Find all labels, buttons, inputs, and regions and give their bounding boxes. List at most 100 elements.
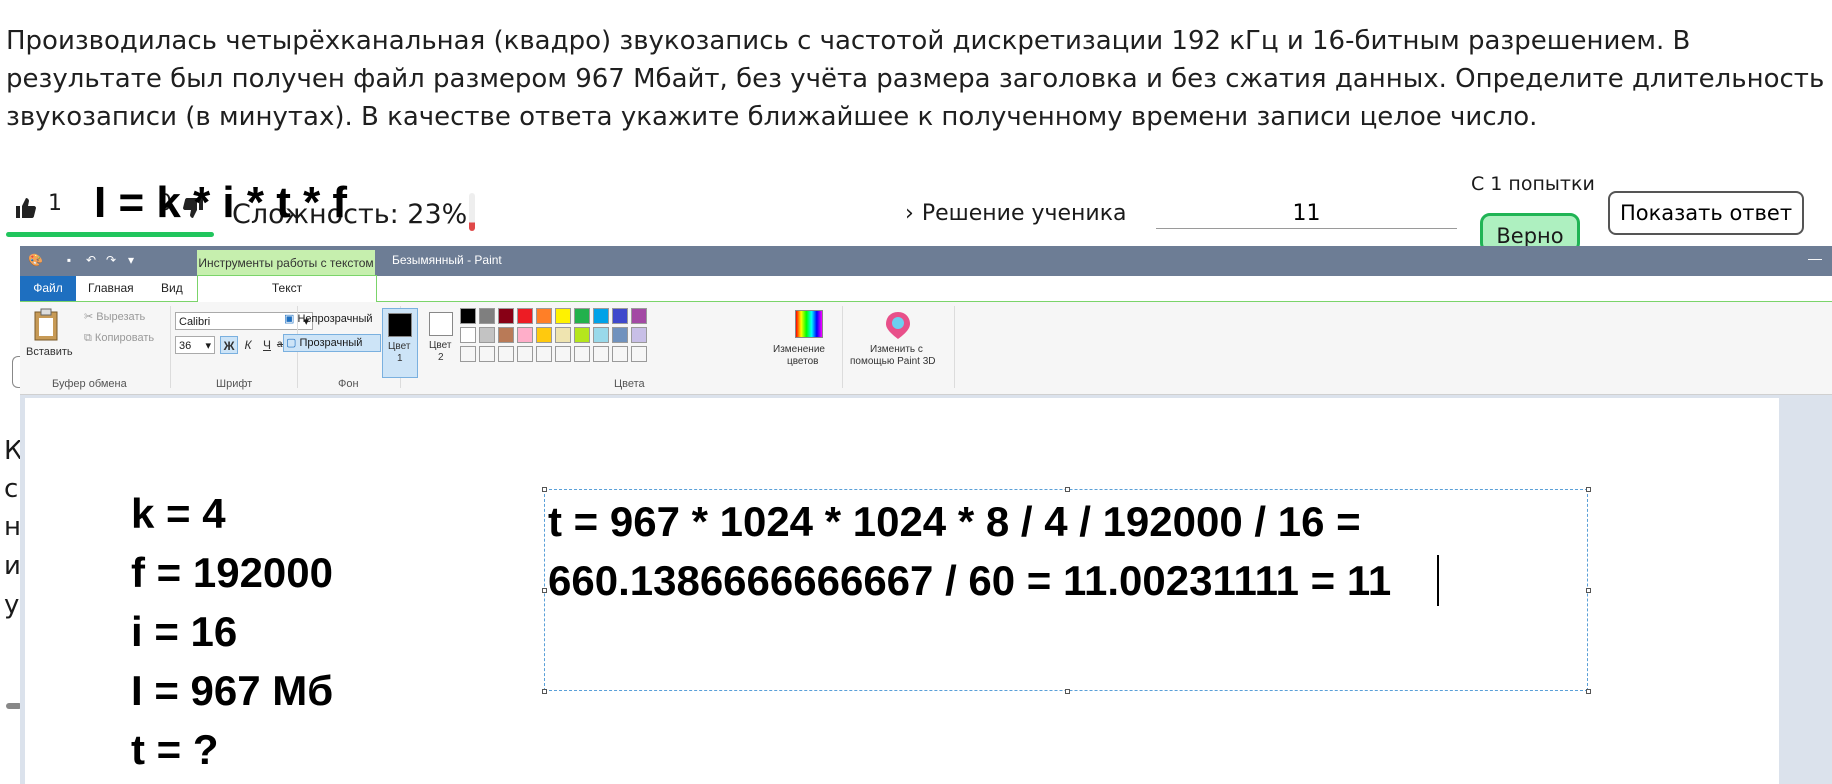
paint3d-button[interactable]: Изменить с помощью Paint 3D [846,308,950,378]
resize-handle[interactable] [1586,588,1591,593]
palette-color[interactable] [498,308,514,324]
chevron-down-icon: ▾ [205,340,211,352]
show-answer-button[interactable]: Показать ответ [1608,191,1804,235]
color1-button[interactable]: Цвет 1 [382,308,418,378]
transparent-option[interactable]: ▢ Прозрачный [283,334,381,352]
palette-color[interactable] [574,327,590,343]
palette-color[interactable] [612,308,628,324]
palette-empty-slot[interactable] [593,346,609,362]
resize-handle[interactable] [542,689,547,694]
bold-button[interactable]: Ж [220,336,238,354]
palette-empty-slot[interactable] [612,346,628,362]
edit-colors-button[interactable]: Изменение цветов [765,308,845,378]
canvas-var-f: f = 192000 [131,549,334,596]
copy-button[interactable]: ⧉ Копировать [84,332,154,345]
palette-empty-slot[interactable] [517,346,533,362]
resize-handle[interactable] [1586,689,1591,694]
font-size-select[interactable]: 36 ▾ [175,336,215,354]
resize-handle[interactable] [1586,487,1591,492]
palette-color[interactable] [555,327,571,343]
palette-empty-slot[interactable] [555,346,571,362]
undo-icon[interactable]: ↶ [84,253,98,267]
color2-button[interactable]: Цвет 2 [424,308,458,376]
background-fragment: и [4,551,21,581]
canvas-calc-line-2: 660.1386666666667 / 60 = 11.00231111 = 1… [548,557,1392,604]
palette-empty-slot[interactable] [460,346,476,362]
opaque-option[interactable]: ▣ Непрозрачный [284,312,373,325]
italic-button[interactable]: К [239,336,257,354]
edit-colors-label-1: Изменение [773,344,825,355]
color2-label: Цвет [429,340,452,351]
like-count: 1 [48,191,62,216]
paint3d-icon [886,312,910,339]
palette-color[interactable] [517,327,533,343]
save-icon[interactable]: ▪ [62,253,76,267]
font-group-label: Шрифт [216,378,253,390]
tab-text[interactable]: Текст [197,275,377,303]
window-title: Безымянный - Paint [392,253,502,267]
tab-home[interactable]: Главная [88,276,134,301]
palette-color[interactable] [555,308,571,324]
copy-label: Копировать [94,332,155,344]
palette-color[interactable] [612,327,628,343]
background-group-label: Фон [338,378,359,390]
paint3d-label-2: помощью Paint 3D [850,356,936,367]
palette-color[interactable] [460,308,476,324]
tab-file[interactable]: Файл [20,276,76,301]
colors-group-label: Цвета [614,378,645,390]
resize-handle[interactable] [542,588,547,593]
palette-color[interactable] [593,308,609,324]
canvas-calc-line-1: t = 967 * 1024 * 1024 * 8 / 4 / 192000 /… [548,498,1361,545]
transparent-icon: ▢ [286,337,297,349]
resize-handle[interactable] [542,487,547,492]
font-size-value: 36 [179,340,192,352]
difficulty-gauge [469,193,475,231]
canvas-var-i: i = 16 [131,608,238,655]
cut-label: Вырезать [96,311,146,323]
edit-colors-icon [795,310,823,338]
palette-empty-slot[interactable] [498,346,514,362]
paint-app-icon[interactable]: 🎨 [28,253,43,267]
palette-color[interactable] [460,327,476,343]
paint3d-label-1: Изменить с [870,344,923,355]
palette-color[interactable] [536,327,552,343]
text-cursor [1437,555,1439,606]
resize-handle[interactable] [1065,689,1070,694]
background-fragment: н [4,512,21,542]
background-fragment: с [4,474,19,504]
palette-color[interactable] [498,327,514,343]
color1-swatch [388,313,412,337]
palette-color[interactable] [593,327,609,343]
background-fragment: у [4,590,20,620]
canvas-var-t: t = ? [131,726,219,773]
palette-empty-slot[interactable] [479,346,495,362]
task-text: Производилась четырёхканальная (квадро) … [6,26,1825,132]
paste-button[interactable] [32,308,62,342]
thumbs-up-icon[interactable] [14,196,38,226]
underline-button[interactable]: Ч [258,336,276,354]
paste-label: Вставить [26,346,73,358]
canvas-var-k: k = 4 [131,490,226,537]
palette-empty-slot[interactable] [574,346,590,362]
ribbon-divider [170,306,171,388]
minimize-icon[interactable]: — [1808,250,1822,266]
canvas-formula: I = k * i * t * f [94,178,348,227]
resize-handle[interactable] [1065,487,1070,492]
answer-input[interactable] [1156,198,1457,229]
customize-quick-access-icon[interactable]: ▾ [124,253,138,267]
tab-view[interactable]: Вид [161,276,183,301]
palette-empty-slot[interactable] [631,346,647,362]
redo-icon[interactable]: ↷ [104,253,118,267]
palette-color[interactable] [536,308,552,324]
palette-empty-slot[interactable] [536,346,552,362]
palette-color[interactable] [631,327,647,343]
chevron-right-icon: › [905,201,914,226]
palette-color[interactable] [479,308,495,324]
cut-button[interactable]: ✂ Вырезать [84,310,145,323]
palette-color[interactable] [517,308,533,324]
student-solution-toggle[interactable]: › Решение ученика [905,201,1127,226]
student-solution-label: Решение ученика [921,201,1127,226]
palette-color[interactable] [479,327,495,343]
palette-color[interactable] [574,308,590,324]
palette-color[interactable] [631,308,647,324]
